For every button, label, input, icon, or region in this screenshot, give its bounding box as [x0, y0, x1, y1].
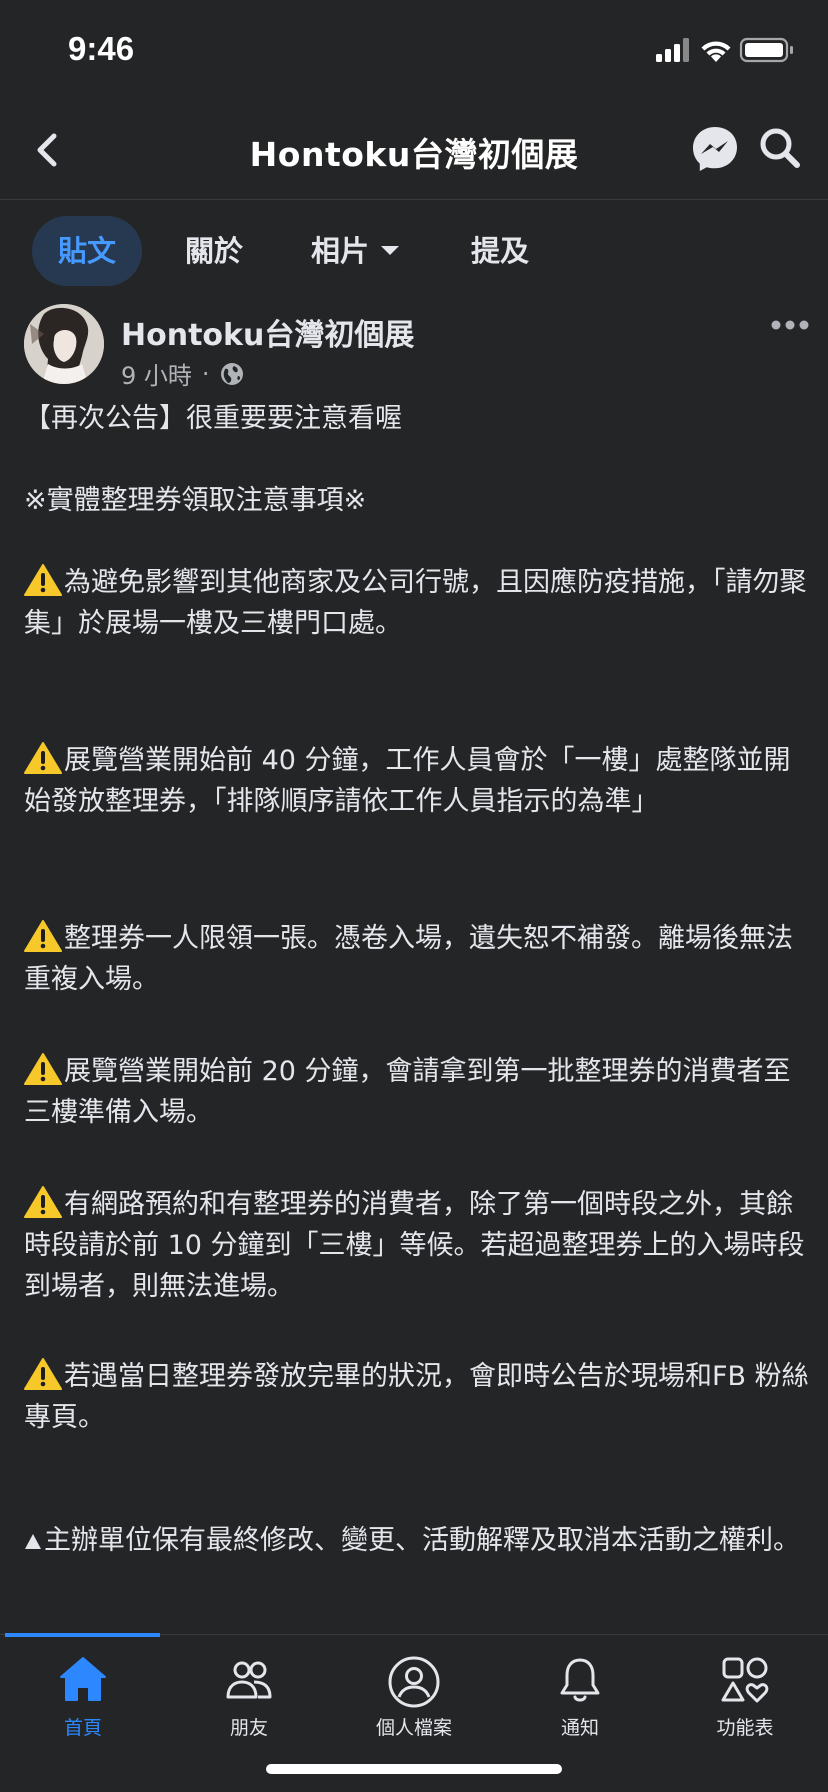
post-line-text: 展覽營業開始前 20 分鐘，會請拿到第一批整理券的消費者至三樓準備入場。: [24, 1056, 791, 1128]
post-line-text: 為避免影響到其他商家及公司行號，且因應防疫措施，「請勿聚集」於展場一樓及三樓門口…: [24, 567, 807, 639]
bottom-tab-home[interactable]: 首頁: [0, 1655, 166, 1740]
friends-icon: [226, 1661, 272, 1699]
tab-about[interactable]: 關於: [172, 216, 256, 286]
bottom-tab-profile[interactable]: 個人檔案: [331, 1655, 497, 1740]
post-line-text: 有網路預約和有整理券的消費者，除了第一個時段之外，其餘時段請於前 10 分鐘到「…: [24, 1189, 805, 1302]
tab-posts[interactable]: 貼文: [32, 216, 142, 286]
home-icon: [60, 1657, 106, 1701]
post-line: 若遇當日整理券發放完畢的狀況，會即時公告於現場和FB 粉絲專頁。: [24, 1356, 810, 1438]
post-line-text: 主辦單位保有最終修改、變更、活動解釋及取消本活動之權利。: [44, 1525, 800, 1556]
post-line-text: 展覽營業開始前 40 分鐘，工作人員會於「一樓」處整隊並開始發放整理券，「排隊順…: [24, 745, 791, 817]
bottom-tab-notifications[interactable]: 通知: [497, 1655, 663, 1740]
tab-mentions[interactable]: 提及: [458, 216, 542, 286]
home-indicator: [266, 1764, 562, 1774]
post-line: 展覽營業開始前 40 分鐘，工作人員會於「一樓」處整隊並開始發放整理券，「排隊順…: [24, 740, 810, 822]
post-line: 【再次公告】很重要要注意看喔: [24, 403, 402, 434]
bottom-tab-menu[interactable]: 功能表: [662, 1655, 828, 1740]
avatar-image: [24, 304, 104, 384]
warning-icon: [24, 920, 62, 952]
tab-label: 相片: [310, 234, 369, 268]
caret-down-icon: [381, 245, 399, 255]
battery-icon: [739, 37, 793, 63]
post-line-text: 若遇當日整理券發放完畢的狀況，會即時公告於現場和FB 粉絲專頁。: [24, 1361, 809, 1433]
post-meta: 9 小時 ·: [121, 356, 244, 391]
post-line-text: 整理券一人限領一張。憑卷入場，遺失恕不補發。離場後無法重複入場。: [24, 923, 793, 995]
meta-separator: ·: [201, 359, 210, 388]
bottom-tab-label: 個人檔案: [375, 1717, 452, 1739]
avatar[interactable]: [24, 304, 104, 384]
post-line: ※實體整理券領取注意事項※: [24, 485, 367, 516]
triangle-icon: [25, 1534, 41, 1549]
post-author[interactable]: Hontoku台灣初個展: [121, 310, 414, 354]
post-time[interactable]: 9 小時: [121, 356, 192, 391]
post-line: 整理券一人限領一張。憑卷入場，遺失恕不補發。離場後無法重複入場。: [24, 918, 810, 1000]
warning-icon: [24, 742, 62, 774]
post-line: 主辦單位保有最終修改、變更、活動解釋及取消本活動之權利。: [24, 1520, 810, 1561]
nav-bar: Hontoku台灣初個展: [0, 100, 828, 200]
bottom-tab-friends[interactable]: 朋友: [166, 1655, 332, 1740]
post-line: 展覽營業開始前 20 分鐘，會請拿到第一批整理券的消費者至三樓準備入場。: [24, 1051, 810, 1133]
active-tab-indicator: [5, 1633, 160, 1637]
bottom-tab-label: 功能表: [716, 1717, 774, 1739]
warning-icon: [24, 1358, 62, 1390]
page-tabs: 貼文 關於 相片 提及: [0, 200, 828, 296]
tab-label: 提及: [470, 234, 529, 268]
tab-label: 貼文: [57, 234, 116, 268]
warning-icon: [24, 564, 62, 596]
bell-icon: [560, 1658, 600, 1702]
globe-icon: [220, 362, 243, 385]
profile-icon: [388, 1656, 440, 1708]
status-time: 9:46: [68, 30, 135, 67]
signal-icon: [656, 38, 689, 62]
messenger-icon[interactable]: [690, 124, 740, 174]
menu-shapes-icon: [721, 1657, 769, 1703]
tab-photos[interactable]: 相片: [300, 216, 410, 286]
bottom-tab-label: 首頁: [63, 1717, 102, 1739]
warning-icon: [24, 1186, 62, 1218]
status-bar: 9:46: [0, 0, 828, 100]
warning-icon: [24, 1053, 62, 1085]
status-icons: [656, 37, 793, 63]
post-header: Hontoku台灣初個展 9 小時 ·: [0, 302, 828, 392]
post-line: 為避免影響到其他商家及公司行號，且因應防疫措施，「請勿聚集」於展場一樓及三樓門口…: [24, 562, 810, 644]
tab-label: 關於: [184, 234, 243, 268]
more-options-icon[interactable]: [770, 318, 810, 332]
bottom-tab-label: 通知: [560, 1717, 599, 1739]
search-icon[interactable]: [758, 126, 802, 170]
post-body: 【再次公告】很重要要注意看喔 ※實體整理券領取注意事項※ 為避免影響到其他商家及…: [24, 398, 810, 1561]
wifi-icon: [701, 41, 731, 62]
post-line: 有網路預約和有整理券的消費者，除了第一個時段之外，其餘時段請於前 10 分鐘到「…: [24, 1184, 810, 1307]
bottom-tab-label: 朋友: [229, 1717, 268, 1739]
